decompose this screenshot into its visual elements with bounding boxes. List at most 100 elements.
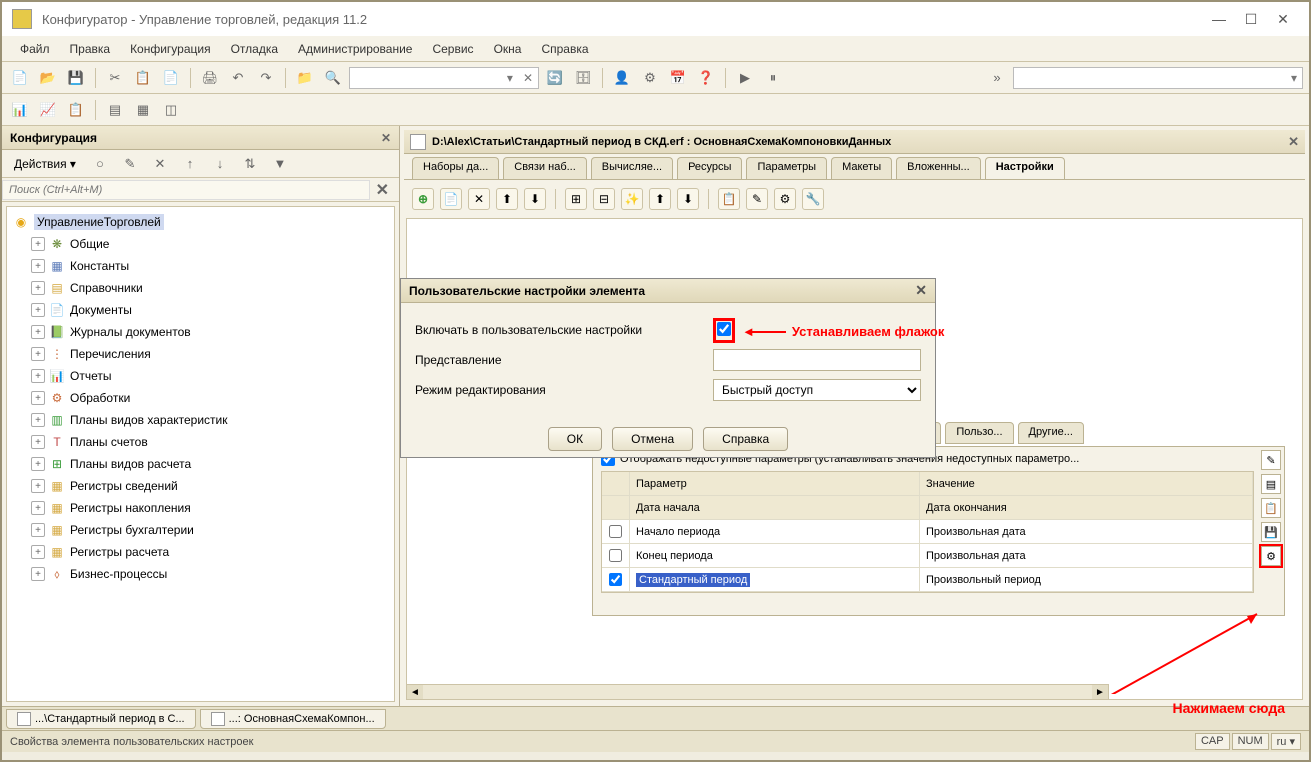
tree-item[interactable]: +▥Планы видов характеристик <box>7 409 394 431</box>
prop-button[interactable]: 📋 <box>718 188 740 210</box>
tb2-btn4[interactable]: ▤ <box>103 98 127 122</box>
expand-icon[interactable]: + <box>31 325 45 339</box>
menu-windows[interactable]: Окна <box>488 39 528 59</box>
menu-service[interactable]: Сервис <box>426 39 479 59</box>
wizard-button[interactable]: ✨ <box>621 188 643 210</box>
tree-item[interactable]: +⬨Бизнес-процессы <box>7 563 394 585</box>
dialog-close-icon[interactable]: ✕ <box>915 282 927 299</box>
toolbar-search[interactable]: ▾ ✕ <box>349 67 539 89</box>
help-icon[interactable]: ❓ <box>694 66 718 90</box>
menu-debug[interactable]: Отладка <box>225 39 284 59</box>
cancel-button[interactable]: Отмена <box>612 427 693 451</box>
maximize-button[interactable]: ☐ <box>1235 7 1267 31</box>
side-user-settings-button[interactable]: ⚙ <box>1261 546 1281 566</box>
side-edit-button[interactable]: ✎ <box>1261 450 1281 470</box>
tree-item[interactable]: +⊞Планы видов расчета <box>7 453 394 475</box>
tree-item[interactable]: +⚙Обработки <box>7 387 394 409</box>
settings-button[interactable]: ⚙ <box>638 66 662 90</box>
open-button[interactable]: 📂 <box>36 66 60 90</box>
config-tree[interactable]: ◉ УправлениеТорговлей +❋Общие +▦Констант… <box>6 206 395 702</box>
row-checkbox[interactable] <box>609 525 622 538</box>
menu-help[interactable]: Справка <box>535 39 594 59</box>
expand-icon[interactable]: + <box>31 303 45 317</box>
menu-config[interactable]: Конфигурация <box>124 39 217 59</box>
expand-icon[interactable]: + <box>31 369 45 383</box>
tb2-btn5[interactable]: ▦ <box>131 98 155 122</box>
search-dropdown-icon[interactable]: ▾ <box>502 71 518 85</box>
act-btn3[interactable]: ✕ <box>148 152 172 176</box>
redo-button[interactable]: ↷ <box>254 66 278 90</box>
up-button[interactable]: ⬆ <box>496 188 518 210</box>
refresh-button[interactable]: 🔄 <box>543 66 567 90</box>
edit-button[interactable]: ✎ <box>746 188 768 210</box>
table-row[interactable]: Дата начала Дата окончания <box>602 496 1253 520</box>
subtab-other[interactable]: Другие... <box>1018 422 1084 444</box>
table-row[interactable]: Начало периода Произвольная дата <box>602 520 1253 544</box>
print-button[interactable]: 🖨 <box>198 66 222 90</box>
cut-button[interactable]: ✂ <box>103 66 127 90</box>
group-button[interactable]: ⊞ <box>565 188 587 210</box>
expand-icon[interactable]: + <box>31 391 45 405</box>
table-row[interactable]: Конец периода Произвольная дата <box>602 544 1253 568</box>
right-search[interactable]: ▾ <box>1013 67 1303 89</box>
add-button[interactable]: ⊕ <box>412 188 434 210</box>
expand-icon[interactable]: + <box>31 457 45 471</box>
menu-file[interactable]: Файл <box>14 39 56 59</box>
tab-parameters[interactable]: Параметры <box>746 157 827 179</box>
tree-item[interactable]: +📄Документы <box>7 299 394 321</box>
tab-templates[interactable]: Макеты <box>831 157 892 179</box>
act-down-icon[interactable]: ↓ <box>208 152 232 176</box>
actions-dropdown[interactable]: Действия ▾ <box>8 155 82 173</box>
tab-nested[interactable]: Вложенны... <box>896 157 981 179</box>
expand-icon[interactable]: + <box>31 347 45 361</box>
act-filter-icon[interactable]: ▼ <box>268 152 292 176</box>
debug-stop-button[interactable]: ⏸ <box>761 66 785 90</box>
ok-button[interactable]: ОК <box>548 427 602 451</box>
tree-item[interactable]: +▤Справочники <box>7 277 394 299</box>
expand-icon[interactable]: » <box>985 66 1009 90</box>
tab-settings[interactable]: Настройки <box>985 157 1065 179</box>
paste-button[interactable]: 📄 <box>159 66 183 90</box>
add2-button[interactable]: 📄 <box>440 188 462 210</box>
menu-edit[interactable]: Правка <box>64 39 117 59</box>
table-row-selected[interactable]: Стандартный период Произвольный период <box>602 568 1253 592</box>
act-up-icon[interactable]: ↑ <box>178 152 202 176</box>
side-form-button[interactable]: ▤ <box>1261 474 1281 494</box>
expand-icon[interactable]: + <box>31 413 45 427</box>
doc-close-icon[interactable]: ✕ <box>1288 134 1299 150</box>
tb2-btn3[interactable]: 📋 <box>64 98 88 122</box>
tree-item[interactable]: +ТПланы счетов <box>7 431 394 453</box>
copy-button[interactable]: 📋 <box>131 66 155 90</box>
menu-admin[interactable]: Администрирование <box>292 39 418 59</box>
search-clear-icon[interactable]: ✕ <box>518 71 538 85</box>
close-button[interactable]: ✕ <box>1267 7 1299 31</box>
config-search-input[interactable] <box>2 180 370 200</box>
toolbar-search-input[interactable] <box>350 72 502 84</box>
minimize-button[interactable]: — <box>1203 7 1235 31</box>
gear2-button[interactable]: 🔧 <box>802 188 824 210</box>
act-btn1[interactable]: ○ <box>88 152 112 176</box>
row-checkbox[interactable] <box>609 573 622 586</box>
act-btn2[interactable]: ✎ <box>118 152 142 176</box>
down2-button[interactable]: ⬇ <box>677 188 699 210</box>
config-search-clear[interactable]: ✕ <box>370 180 395 200</box>
bottom-tab-1[interactable]: ...\Стандартный период в С... <box>6 709 196 729</box>
expand-icon[interactable]: + <box>31 567 45 581</box>
tab-calc[interactable]: Вычисляе... <box>591 157 673 179</box>
tree-item[interactable]: +▦Регистры бухгалтерии <box>7 519 394 541</box>
up2-button[interactable]: ⬆ <box>649 188 671 210</box>
expand-icon[interactable]: + <box>31 545 45 559</box>
side-copy-button[interactable]: 📋 <box>1261 498 1281 518</box>
row-checkbox[interactable] <box>609 549 622 562</box>
tree-item[interactable]: +❋Общие <box>7 233 394 255</box>
config-close-icon[interactable]: ✕ <box>381 131 391 145</box>
tree-item[interactable]: +▦Регистры сведений <box>7 475 394 497</box>
db-button[interactable]: 🗄 <box>571 66 595 90</box>
h-scrollbar[interactable]: ◄ ► <box>406 684 1109 700</box>
zoom-button[interactable]: 🔍 <box>321 66 345 90</box>
calendar-button[interactable]: 📅 <box>666 66 690 90</box>
new-button[interactable]: 📄 <box>8 66 32 90</box>
tree-root[interactable]: ◉ УправлениеТорговлей <box>7 211 394 233</box>
down-button[interactable]: ⬇ <box>524 188 546 210</box>
right-search-input[interactable] <box>1014 72 1286 84</box>
